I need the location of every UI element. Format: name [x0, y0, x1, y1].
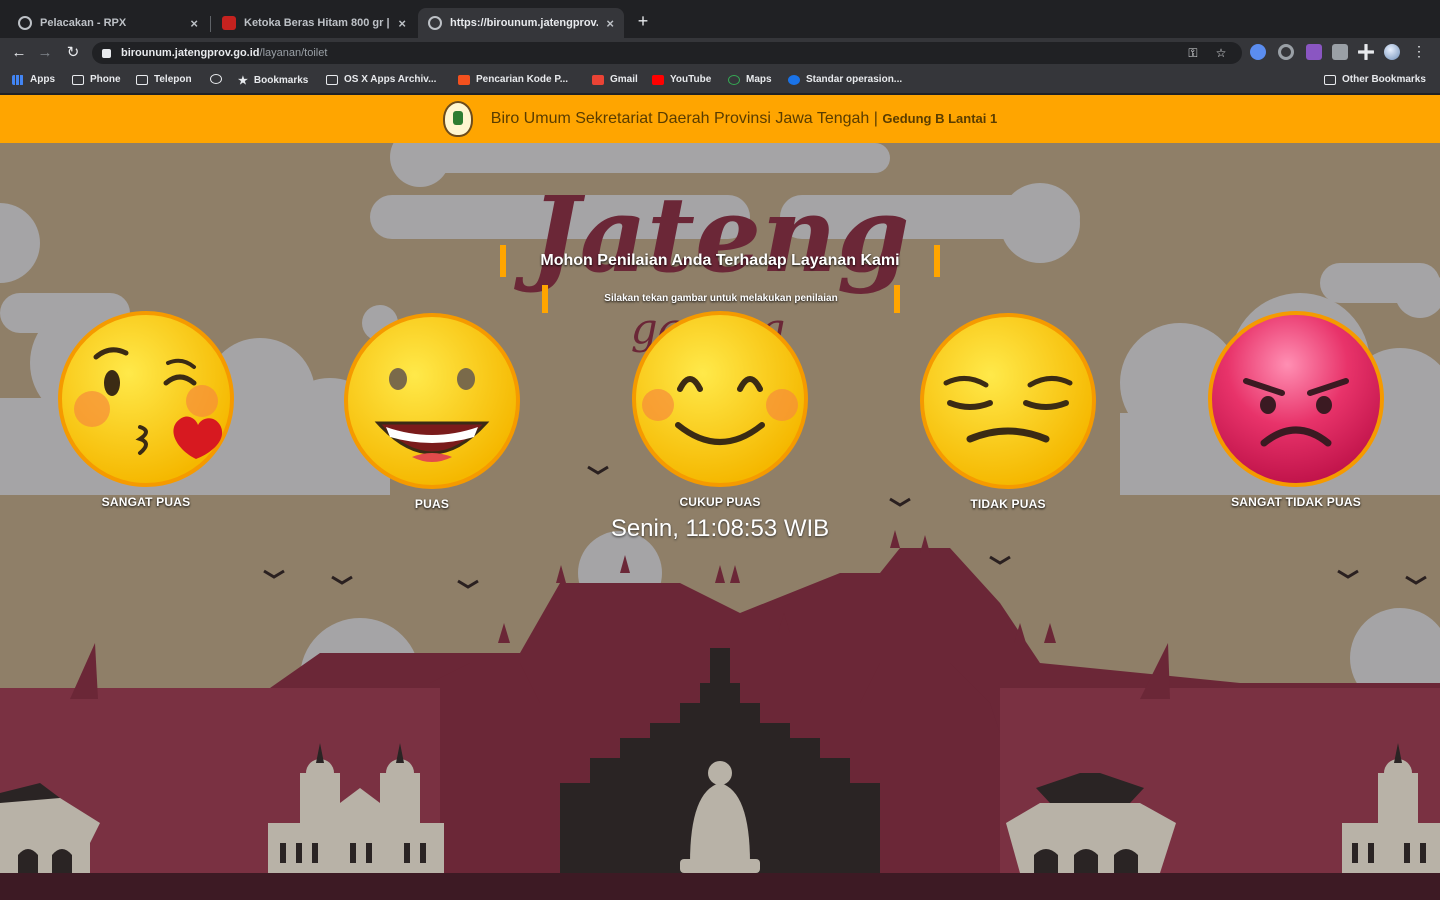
bookmark-label: Apps — [30, 74, 55, 85]
tab-divider — [210, 16, 211, 32]
globe-icon — [210, 74, 222, 84]
brand-wordmark: Jateng — [513, 173, 909, 296]
url-path: /layanan/toilet — [259, 47, 328, 59]
bookmark-apps[interactable]: Apps — [12, 74, 55, 85]
address-bar[interactable]: birounum.jatengprov.go.id /layanan/toile… — [92, 42, 1242, 64]
bookmark-label: Pencarian Kode P... — [476, 74, 569, 85]
extension-gray-icon[interactable] — [1332, 44, 1348, 60]
bookmark-standar[interactable]: Standar operasion... — [788, 74, 902, 85]
star-icon: ★ — [238, 75, 248, 87]
day-time-clock: Senin, 11:08:53 WIB — [610, 515, 830, 542]
tab-pelacakan[interactable]: Pelacakan - RPX × — [8, 8, 208, 38]
bookmark-pencarian[interactable]: Pencarian Kode P... — [458, 74, 568, 85]
bookmark-label: Bookmarks — [253, 75, 309, 86]
bookmarks-bar: Apps Phone Telepon ★ Bookmarks OS X Apps … — [0, 68, 1440, 94]
maps-icon — [728, 74, 740, 85]
apps-icon — [12, 74, 24, 85]
rating-label: CUKUP PUAS — [679, 495, 761, 509]
key-icon[interactable]: ⚿ — [1186, 46, 1200, 60]
bookmark-label: Other Bookmarks — [1342, 74, 1426, 85]
lock-icon — [102, 48, 111, 58]
bookmark-telepon[interactable]: Telepon — [136, 74, 192, 85]
bookmark-phone[interactable]: Phone — [72, 74, 121, 85]
tab-active[interactable]: https://birounum.jatengprov.go.id × — [418, 8, 624, 38]
bookmark-globe[interactable] — [210, 74, 228, 84]
close-icon[interactable]: × — [606, 16, 614, 31]
folder-icon — [1324, 74, 1336, 85]
browser-tabstrip: Pelacakan - RPX × Ketoka Beras Hitam 800… — [0, 0, 1440, 42]
rating-puas-button[interactable]: PUAS — [342, 311, 522, 511]
bookmark-youtube[interactable]: YouTube — [652, 74, 711, 85]
globe-icon — [428, 16, 442, 30]
bookmark-other[interactable]: Other Bookmarks — [1324, 74, 1426, 85]
kissing-face-icon[interactable] — [56, 309, 236, 489]
bookmark-label: Standar operasion... — [806, 74, 903, 85]
bookmark-icon — [458, 74, 470, 85]
apps-icon — [326, 74, 338, 85]
youtube-icon — [652, 74, 664, 85]
globe-icon — [18, 16, 32, 30]
rating-tidak-puas-button[interactable]: TIDAK PUAS — [918, 311, 1098, 511]
bookmark-gmail[interactable]: Gmail — [592, 74, 638, 85]
folder-icon — [72, 74, 84, 85]
rating-sangat-tidak-puas-button[interactable]: SANGAT TIDAK PUAS — [1206, 309, 1386, 509]
rating-cukup-puas-button[interactable]: CUKUP PUAS — [630, 309, 810, 509]
rating-label: SANGAT TIDAK PUAS — [1231, 495, 1361, 509]
forward-button[interactable]: → — [34, 42, 56, 64]
shop-icon — [222, 16, 236, 30]
bookmark-bookmarks[interactable]: ★ Bookmarks — [238, 74, 308, 87]
rating-label: SANGAT PUAS — [101, 495, 191, 509]
header-title: Biro Umum Sekretariat Daerah Provinsi Ja… — [491, 110, 997, 128]
extension-purple-icon[interactable] — [1306, 44, 1322, 60]
header-location: Gedung B Lantai 1 — [882, 111, 998, 126]
tab-title: Ketoka Beras Hitam 800 gr | ... — [244, 17, 391, 29]
smiling-face-icon[interactable] — [630, 309, 810, 489]
rating-sangat-puas-button[interactable]: SANGAT PUAS — [56, 309, 236, 509]
ground-strip — [0, 873, 1440, 900]
tab-title: https://birounum.jatengprov.go.id — [450, 17, 599, 29]
sailboat — [70, 643, 98, 699]
tab-title: Pelacakan - RPX — [40, 17, 127, 29]
bookmark-label: Maps — [746, 74, 772, 85]
rating-label: TIDAK PUAS — [970, 497, 1046, 511]
grinning-face-icon[interactable] — [342, 311, 522, 491]
bookmark-label: YouTube — [670, 74, 712, 85]
header-organization: Biro Umum Sekretariat Daerah Provinsi Ja… — [490, 110, 878, 127]
browser-toolbar: ← → ↻ birounum.jatengprov.go.id /layanan… — [0, 38, 1440, 68]
profile-avatar[interactable] — [1384, 44, 1400, 60]
bookmark-label: Gmail — [610, 74, 638, 85]
header-bar: Biro Umum Sekretariat Daerah Provinsi Ja… — [0, 95, 1440, 143]
rating-prompt: Mohon Penilaian Anda Terhadap Layanan Ka… — [500, 245, 940, 277]
sailboat — [1140, 643, 1170, 699]
back-button[interactable]: ← — [8, 42, 30, 64]
reload-button[interactable]: ↻ — [62, 42, 84, 64]
bookmark-maps[interactable]: Maps — [728, 74, 772, 85]
bookmark-label: Phone — [90, 74, 121, 85]
bookmark-star-icon[interactable]: ☆ — [1214, 46, 1228, 60]
extension-circle-icon[interactable] — [1278, 44, 1294, 60]
angry-face-icon[interactable] — [1206, 309, 1386, 489]
bookmark-label: Telepon — [154, 74, 192, 85]
close-icon[interactable]: × — [398, 16, 406, 31]
new-tab-button[interactable]: + — [632, 11, 654, 33]
bookmark-osx-apps[interactable]: OS X Apps Archiv... — [326, 74, 436, 85]
folder-icon — [136, 74, 148, 85]
page-viewport: Jateng gayeng — [0, 95, 1440, 900]
url-host: birounum.jatengprov.go.id — [121, 47, 260, 59]
tab-ketoka[interactable]: Ketoka Beras Hitam 800 gr | ... × — [212, 8, 416, 38]
pensive-face-icon[interactable] — [918, 311, 1098, 491]
menu-kebab-icon[interactable]: ⋮ — [1412, 44, 1426, 60]
bookmark-label: OS X Apps Archiv... — [344, 74, 437, 85]
extension-translate-icon[interactable] — [1250, 44, 1266, 60]
bookmark-icon — [788, 74, 800, 85]
jateng-emblem-icon — [442, 101, 473, 137]
rating-label: PUAS — [414, 497, 450, 511]
gmail-icon — [592, 74, 604, 85]
close-icon[interactable]: × — [190, 16, 198, 31]
